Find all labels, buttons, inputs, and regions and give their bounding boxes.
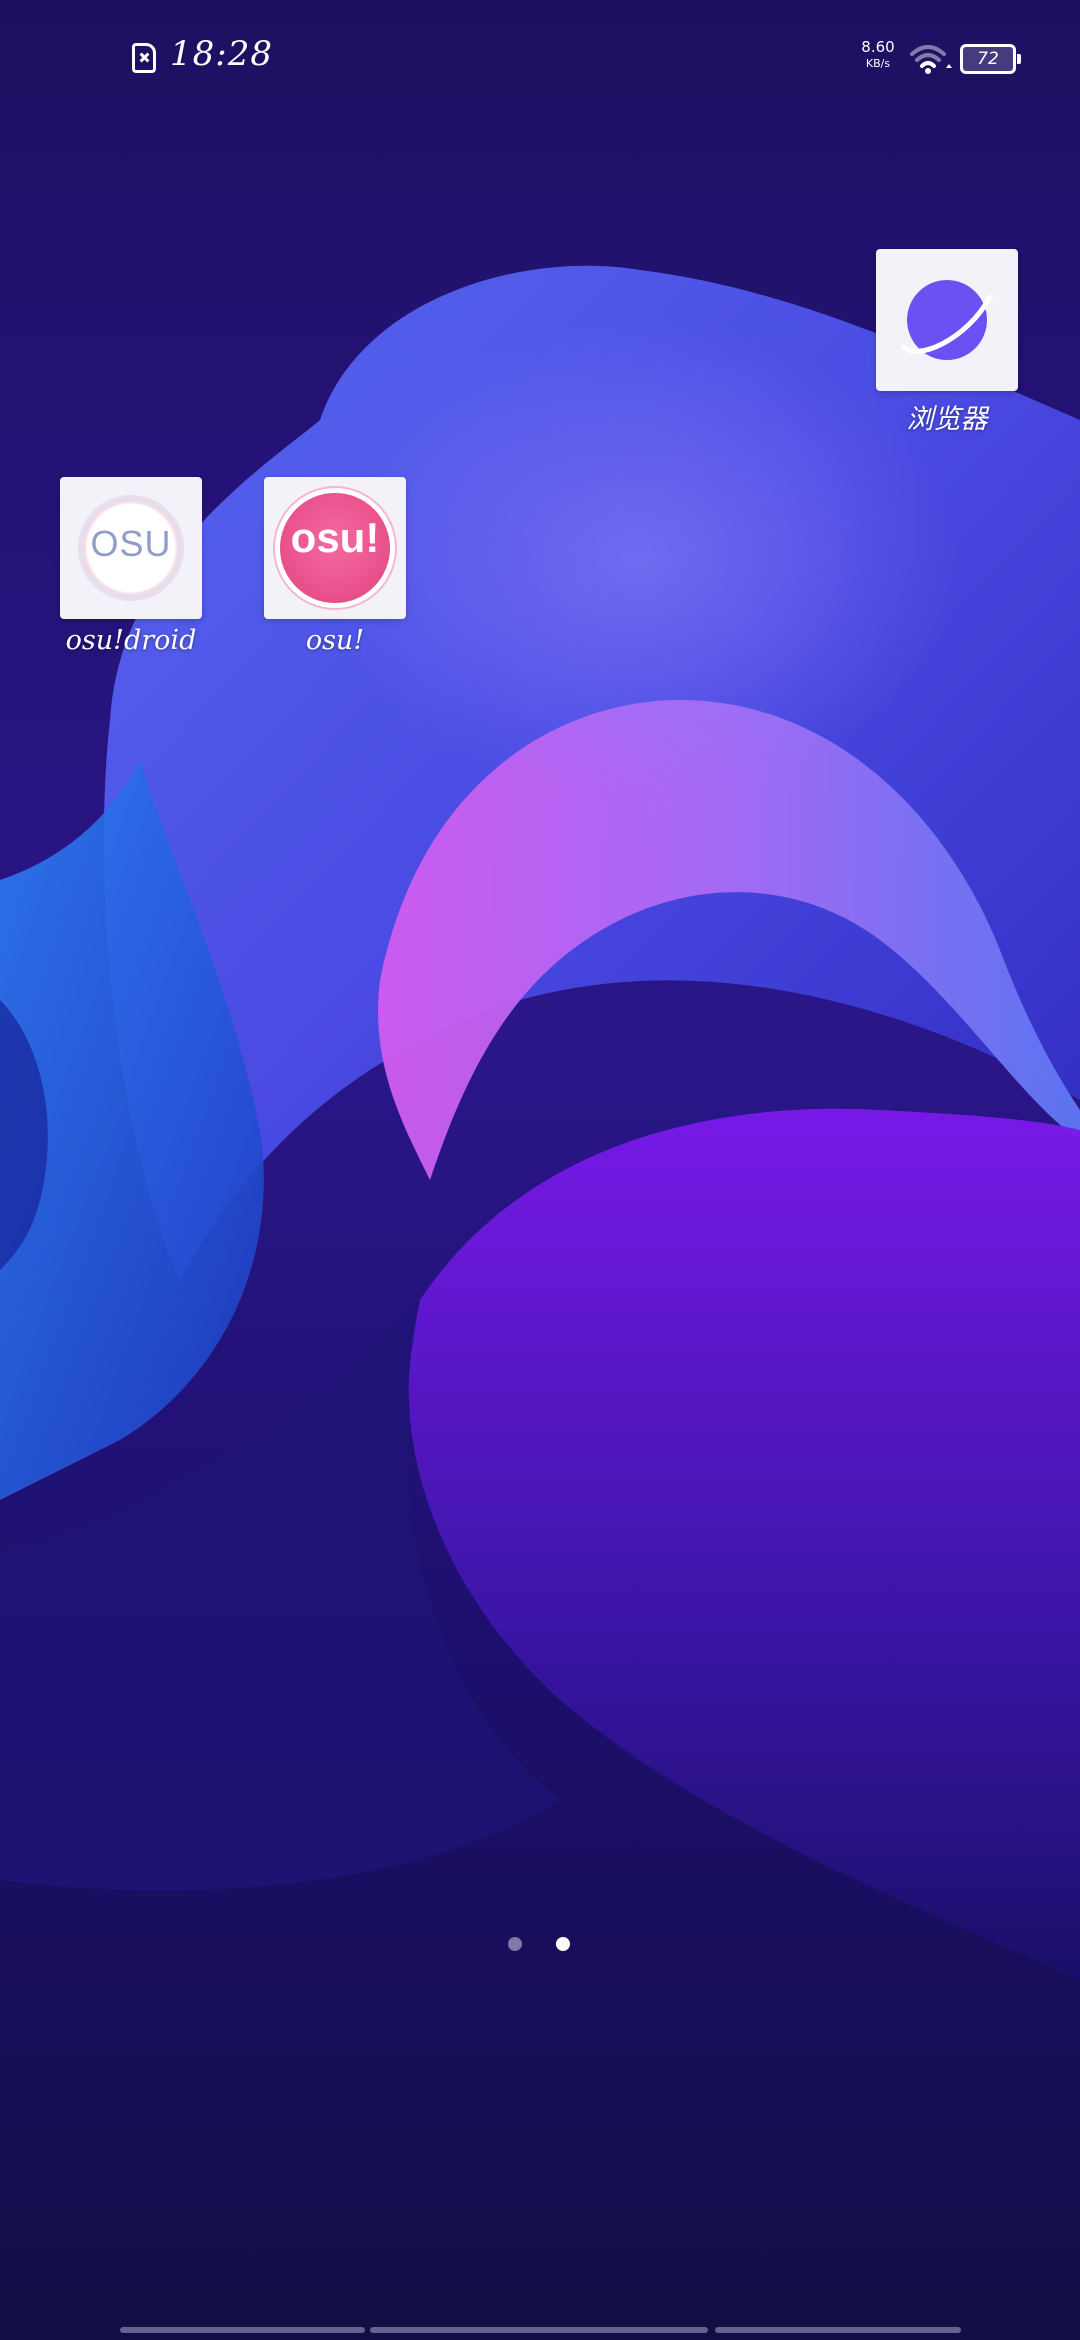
osu-icon: osu! — [264, 477, 406, 619]
network-speed: 8.60 KB/s — [858, 38, 898, 70]
gesture-bar-right[interactable] — [715, 2327, 961, 2333]
wifi-icon — [910, 45, 952, 74]
battery-indicator: 72 — [960, 44, 1021, 74]
app-osu[interactable]: osu! osu! — [255, 477, 415, 656]
no-sim-icon — [132, 43, 156, 73]
page-indicator[interactable] — [505, 1934, 575, 1954]
planet-browser-icon — [876, 249, 1018, 391]
network-speed-unit: KB/s — [865, 57, 891, 70]
status-time: 18:28 — [170, 34, 273, 74]
osu-icon-text: osu! — [290, 514, 380, 561]
network-speed-value: 8.60 — [861, 38, 895, 56]
osu-droid-icon-text: OSU — [90, 523, 172, 564]
app-browser[interactable]: 浏览器 — [867, 249, 1027, 436]
gesture-bar-middle[interactable] — [370, 2327, 708, 2333]
app-osu-droid[interactable]: OSU osu!droid — [51, 477, 211, 656]
osu-droid-icon: OSU — [60, 477, 202, 619]
app-label: osu! — [305, 625, 365, 656]
gesture-bar-left[interactable] — [120, 2327, 365, 2333]
page-dot-1[interactable] — [508, 1937, 522, 1951]
app-label: 浏览器 — [906, 404, 988, 435]
page-dot-2-active[interactable] — [556, 1937, 570, 1951]
status-bar: 18:28 8.60 KB/s 72 — [0, 0, 1080, 110]
planet-icon — [901, 280, 993, 360]
battery-level: 72 — [977, 49, 999, 69]
app-label: osu!droid — [65, 625, 197, 656]
